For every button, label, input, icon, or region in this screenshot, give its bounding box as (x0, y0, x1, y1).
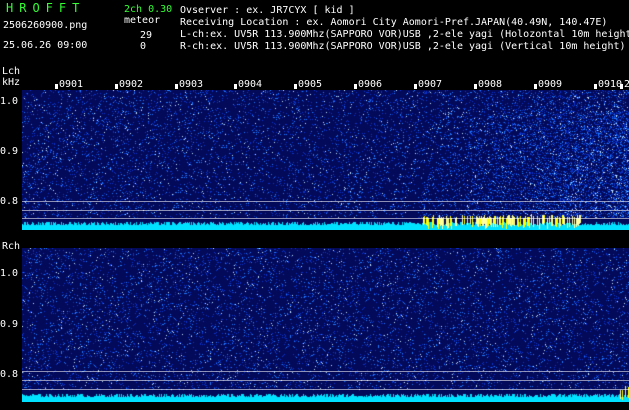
rch-waterfall (22, 248, 629, 402)
rch-ytick-1.0: 1.0 (0, 268, 19, 279)
lch-ytick-0.8: 0.8 (0, 196, 19, 207)
lch-ytick-0.9: 0.9 (0, 146, 19, 157)
time-label: 0909 (538, 79, 563, 90)
channel-label: 2ch 0.30 (124, 4, 173, 15)
time-marker (294, 84, 297, 89)
time-marker (620, 84, 623, 89)
time-marker (175, 84, 178, 89)
lch-guide-line-1 (22, 201, 629, 202)
rch-ytick-0.8: 0.8 (0, 369, 19, 380)
time-marker (234, 84, 237, 89)
lch-waterfall (22, 90, 629, 230)
rch-guide-line-2 (22, 380, 629, 381)
time-marker (534, 84, 537, 89)
lch-unit-label: kHz (2, 77, 21, 88)
lch-guide-line-2 (22, 210, 629, 211)
lch-receiver-info: L-ch:ex. UV5R 113.900Mhz(SAPPORO VOR)USB… (180, 29, 629, 40)
app-logo: HROFFT (6, 1, 86, 15)
time-label: 2 (624, 79, 629, 90)
meteor-count-rch: 0 (140, 41, 147, 52)
lch-guide-line-3 (22, 218, 629, 219)
rch-label: Rch (2, 241, 21, 252)
time-label: 0905 (298, 79, 323, 90)
observer-info: Ovserver : ex. JR7CYX [ kid ] (180, 5, 355, 16)
datetime-label: 25.06.26 09:00 (3, 40, 88, 51)
time-label: 0901 (59, 79, 84, 90)
time-label: 0902 (119, 79, 144, 90)
time-marker (115, 84, 118, 89)
time-label: 0903 (179, 79, 204, 90)
meteor-count-lch: 29 (140, 30, 153, 41)
meteor-label: meteor (124, 15, 161, 26)
rch-receiver-info: R-ch:ex. UV5R 113.900Mhz(SAPPORO VOR)USB… (180, 41, 626, 52)
filename-label: 2506260900.png (3, 20, 88, 31)
time-label: 0907 (418, 79, 443, 90)
lch-ytick-1.0: 1.0 (0, 96, 19, 107)
rch-spectrogram-canvas (22, 248, 629, 402)
lch-label: Lch (2, 66, 21, 77)
location-info: Receiving Location : ex. Aomori City Aom… (180, 17, 608, 28)
time-label: 0906 (358, 79, 383, 90)
lch-spectrogram-canvas (22, 90, 629, 230)
time-marker (354, 84, 357, 89)
rch-ytick-0.9: 0.9 (0, 319, 19, 330)
time-marker (474, 84, 477, 89)
time-label: 0904 (238, 79, 263, 90)
time-label: 0908 (478, 79, 503, 90)
time-label: 0910 (598, 79, 623, 90)
rch-guide-line-1 (22, 371, 629, 372)
rch-guide-line-3 (22, 389, 629, 390)
time-marker (414, 84, 417, 89)
time-marker (55, 84, 58, 89)
time-marker (594, 84, 597, 89)
